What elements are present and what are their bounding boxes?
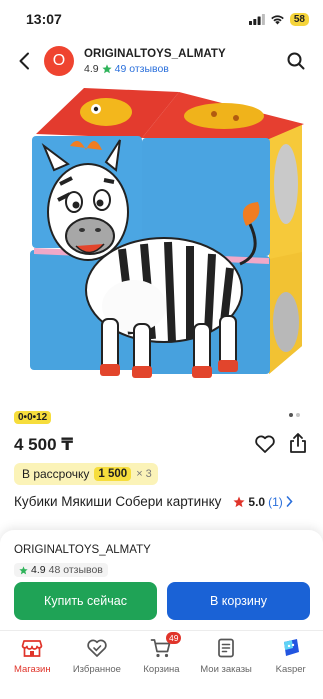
shop-info[interactable]: ORIGINALTOYS_ALMATY 4.9 49 отзывов — [84, 48, 226, 75]
search-button[interactable] — [283, 48, 309, 74]
nav-label: Мои заказы — [200, 664, 252, 675]
star-icon — [102, 63, 112, 73]
status-time: 13:07 — [26, 11, 62, 27]
star-icon — [233, 495, 245, 507]
store-icon — [21, 640, 43, 657]
shop-avatar[interactable]: O — [44, 46, 74, 76]
share-icon — [290, 433, 306, 453]
search-icon — [287, 52, 305, 70]
wifi-icon — [271, 14, 284, 24]
image-pager — [289, 413, 300, 417]
shop-rating-value: 4.9 — [84, 62, 99, 75]
shop-rating: 4.9 49 отзывов — [84, 63, 226, 75]
nav-item-kasper[interactable]: Kasper — [258, 631, 323, 699]
chevron-left-icon — [19, 52, 29, 70]
sheet-rating-value: 4.9 — [31, 564, 46, 576]
nav-item-favorites[interactable]: Избранное — [65, 631, 130, 699]
status-bar: 13:07 58 — [0, 0, 323, 38]
product-price: 4 500 ₸ — [14, 435, 74, 454]
purchase-sheet: ORIGINALTOYS_ALMATY 4.9 48 отзывов Купит… — [0, 530, 323, 630]
bottom-nav: Магазин Избранное 49 Корзина Мои заказы … — [0, 630, 323, 699]
favorite-button[interactable] — [254, 433, 276, 455]
back-button[interactable] — [6, 40, 42, 82]
shop-reviews-link[interactable]: 49 отзывов — [115, 63, 169, 75]
product-title-row: Кубики Мякиши Собери картинку 5.0 (1) — [14, 494, 314, 509]
chevron-right-icon — [286, 496, 293, 507]
nav-label: Магазин — [13, 664, 51, 675]
nav-item-orders[interactable]: Мои заказы — [194, 631, 259, 699]
sheet-shop-name[interactable]: ORIGINALTOYS_ALMATY — [14, 544, 151, 556]
installment-chip[interactable]: В рассрочку 1 500 × 3 — [14, 463, 158, 485]
installment-amount: 1 500 — [94, 467, 132, 481]
pager-dot — [296, 413, 300, 417]
nav-label: Корзина — [143, 664, 180, 675]
battery-indicator: 58 — [289, 12, 309, 26]
status-icons: 58 — [248, 12, 309, 26]
add-to-cart-button[interactable]: В корзину — [167, 582, 310, 620]
pager-dot-active — [289, 413, 293, 417]
nav-item-store[interactable]: Магазин — [0, 631, 65, 699]
sheet-reviews: 48 отзывов — [48, 564, 103, 576]
product-rating-count: (1) — [268, 494, 283, 509]
product-image[interactable] — [14, 84, 310, 400]
share-button[interactable] — [287, 432, 309, 454]
heart-check-icon — [87, 639, 107, 657]
sheet-shop-rating: 4.9 48 отзывов — [14, 563, 108, 577]
kasper-icon — [283, 639, 299, 656]
product-photo — [30, 88, 304, 378]
product-code-badge: 0•0•12 — [14, 411, 52, 424]
product-rating-value: 5.0 — [248, 494, 266, 509]
buy-now-button[interactable]: Купить сейчас — [14, 582, 157, 620]
installment-multiplier: × 3 — [136, 468, 152, 480]
product-title: Кубики Мякиши Собери картинку — [14, 494, 222, 509]
shop-header: O ORIGINALTOYS_ALMATY 4.9 49 отзывов — [0, 40, 323, 82]
heart-icon — [255, 435, 275, 453]
cart-count-badge: 49 — [166, 632, 182, 644]
nav-label: Kasper — [275, 664, 306, 675]
nav-label: Избранное — [72, 664, 121, 675]
star-icon — [19, 565, 28, 574]
nav-item-cart[interactable]: 49 Корзина — [129, 631, 194, 699]
signal-icon — [248, 13, 265, 25]
shop-name: ORIGINALTOYS_ALMATY — [84, 47, 226, 60]
installment-label: В рассрочку — [22, 467, 90, 481]
product-rating[interactable]: 5.0 (1) — [233, 494, 293, 509]
orders-icon — [218, 638, 234, 658]
